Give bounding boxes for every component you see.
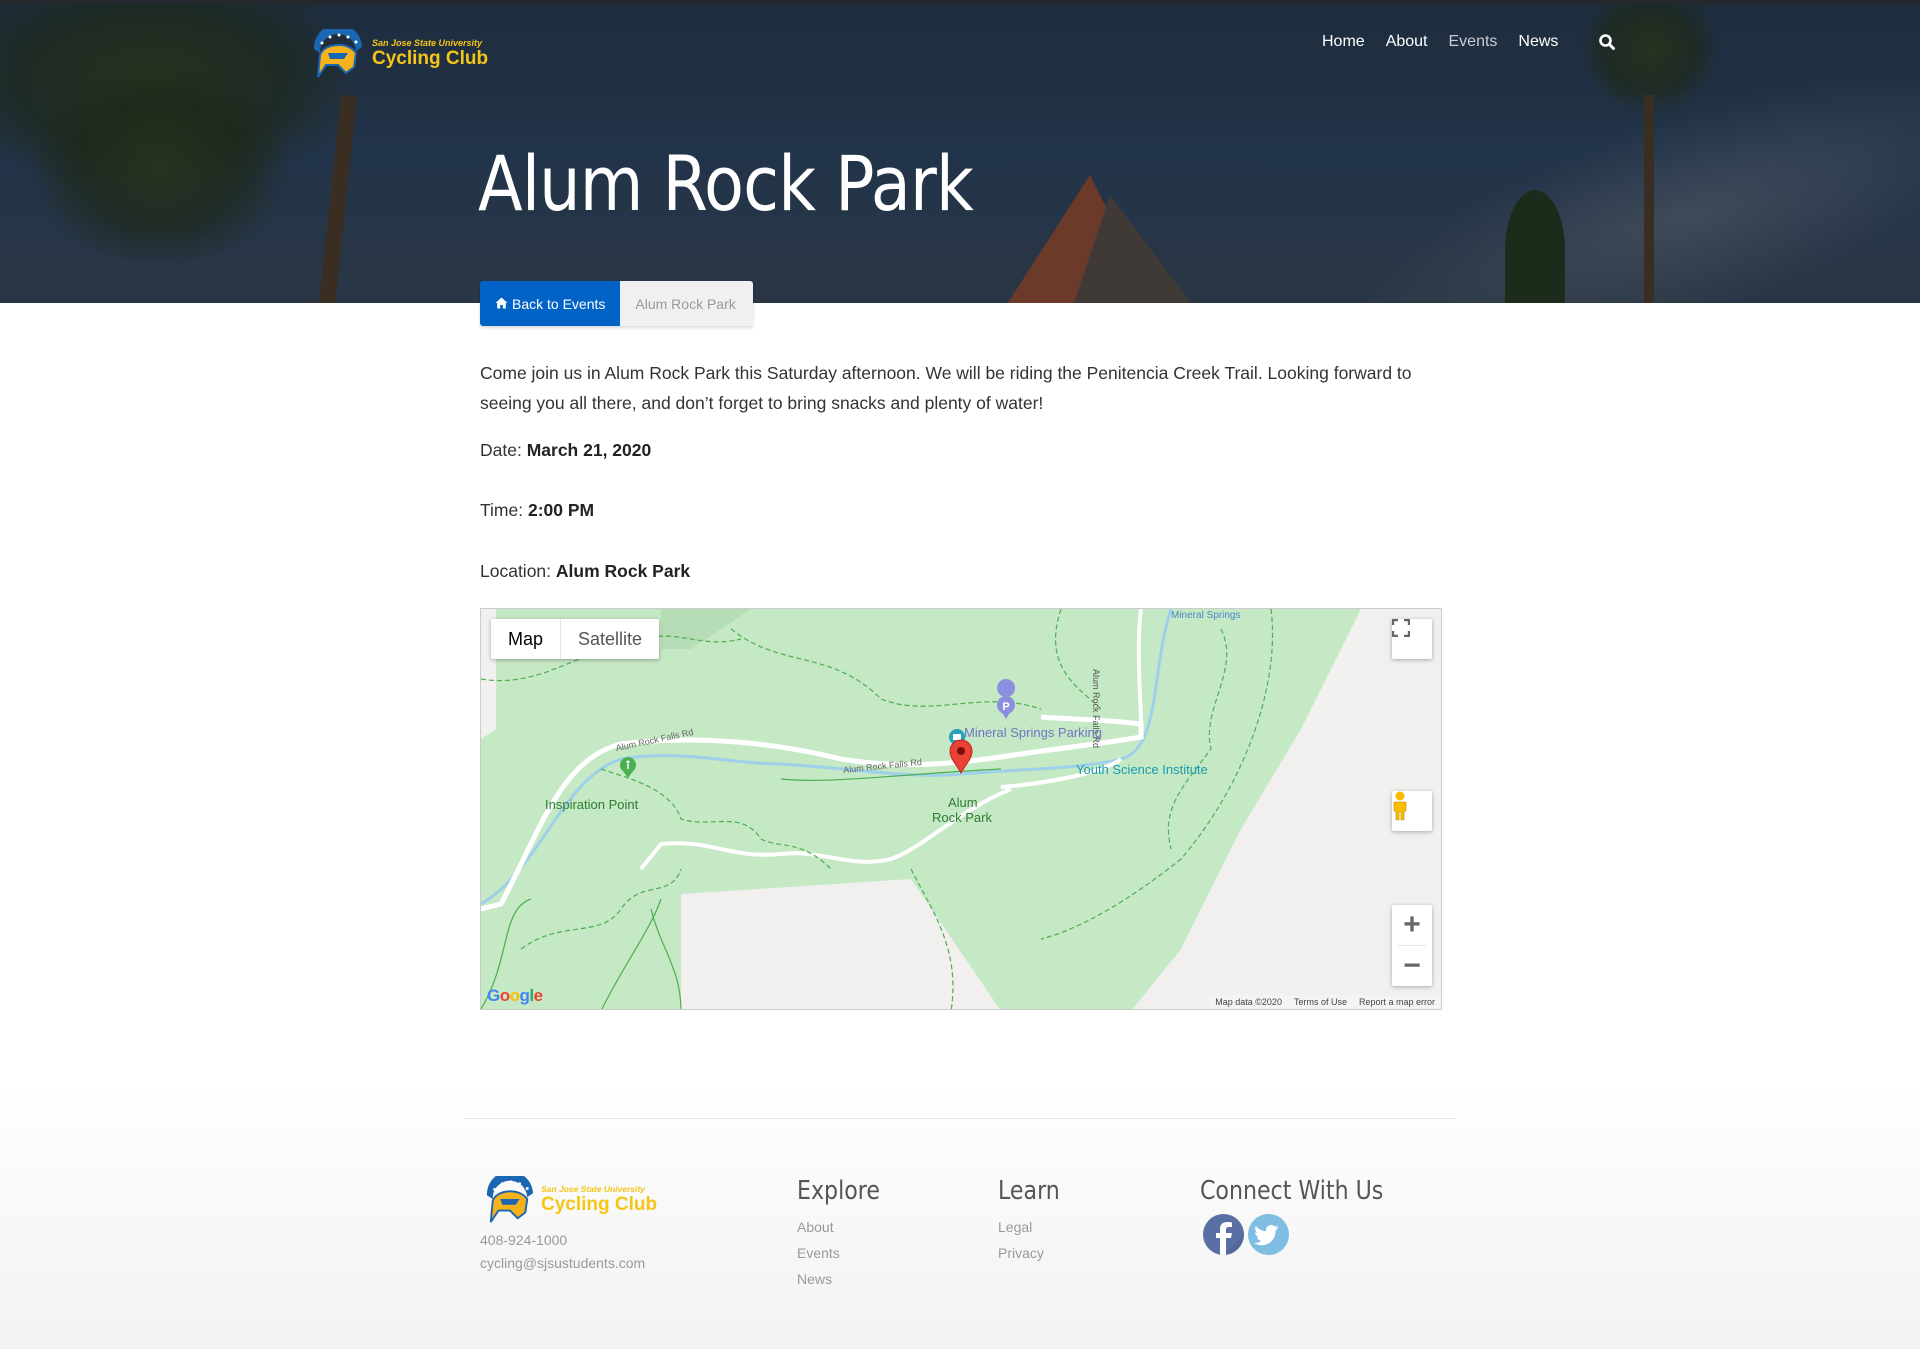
nav-events[interactable]: Events [1449,33,1498,51]
street-view-pegman[interactable] [1392,791,1432,831]
nav-home[interactable]: Home [1322,33,1365,51]
event-date: Date: March 21, 2020 [480,440,651,461]
pegman-icon [1393,791,1407,821]
site-logo[interactable]: San Jose State University Cycling Club [308,23,493,79]
location-pin [949,739,973,775]
back-to-events-label: Back to Events [512,295,606,312]
hero-building [960,175,1220,303]
footer-logo-line2: Cycling Club [541,1194,658,1215]
search-icon[interactable] [1598,33,1616,51]
fullscreen-icon [1392,619,1410,637]
hero-banner: San Jose State University Cycling Club H… [0,5,1920,303]
youth-science-label[interactable]: Youth Science Institute [1076,762,1208,777]
footer-link-privacy[interactable]: Privacy [998,1240,1071,1266]
map-road-north [1136,609,1143,725]
map-attribution: Map data ©2020 Terms of Use Report a map… [1209,995,1441,1009]
site-footer: San Jose State University Cycling Club 4… [0,1080,1920,1349]
learn-heading: Learn [998,1176,1060,1206]
parking-label[interactable]: Mineral Springs Parking [964,725,1102,740]
date-label: Date: [480,440,522,460]
logo-line1: San Jose State University [372,38,483,48]
breadcrumb: Back to Events Alum Rock Park [480,281,754,326]
map-type-map-button[interactable]: Map [491,619,562,659]
zoom-in-button[interactable]: + [1392,905,1432,945]
map-area-park-dark [661,609,751,649]
footer-link-events[interactable]: Events [797,1240,895,1266]
zoom-out-button[interactable]: − [1392,946,1432,986]
main-nav: Home About Events News [1322,33,1616,51]
footer-learn: Learn Legal Privacy [998,1176,1071,1266]
map-type-control: Map Satellite [491,619,660,659]
footer-email[interactable]: cycling@sjsustudents.com [480,1255,645,1271]
back-to-events-button[interactable]: Back to Events [480,281,621,326]
inspiration-point-marker [620,757,636,778]
page-title: Alum Rock Park [478,139,974,228]
map-road-main [481,714,1144,912]
footer-phone: 408-924-1000 [480,1232,568,1248]
google-logo[interactable]: Google [487,986,543,1006]
cypress-tree [1505,190,1565,303]
nav-about[interactable]: About [1386,33,1428,51]
zoom-control: + − [1392,905,1432,986]
time-value: 2:00 PM [527,500,595,520]
footer-logo-line1: San Jose State University [541,1184,645,1194]
home-icon [495,296,508,312]
map-road-south [639,757,1123,871]
svg-text:P: P [1002,701,1009,713]
footer-explore: Explore About Events News [797,1176,895,1292]
connect-heading: Connect With Us [1200,1176,1384,1206]
event-description: Come join us in Alum Rock Park this Satu… [480,363,1412,413]
logo-line2: Cycling Club [372,48,489,69]
event-content: Come join us in Alum Rock Park this Satu… [480,358,1445,581]
parking-marker: P [997,679,1016,719]
event-map[interactable]: P Alum Rock Falls Rd Alum Rock Falls Rd … [480,608,1442,1010]
event-time: Time: 2:00 PM [480,500,594,521]
footer-link-news[interactable]: News [797,1266,895,1292]
spartan-logo-icon [486,1176,533,1223]
footer-link-about[interactable]: About [797,1214,895,1240]
footer-link-legal[interactable]: Legal [998,1214,1071,1240]
park-label-line1: Alum [948,795,978,810]
facebook-icon[interactable] [1203,1214,1244,1255]
park-label-line2: Rock Park [932,810,992,825]
inspiration-point-label[interactable]: Inspiration Point [545,797,638,812]
map-type-satellite-button[interactable]: Satellite [561,619,659,659]
event-location: Location: Alum Rock Park [480,561,690,582]
location-label: Location: [480,561,552,581]
footer-divider [463,1118,1456,1119]
nav-news[interactable]: News [1518,33,1558,51]
report-map-error-link[interactable]: Report a map error [1353,995,1441,1009]
twitter-icon[interactable] [1248,1214,1289,1255]
mineral-springs-label: Mineral Springs [1171,610,1241,621]
fullscreen-button[interactable] [1392,619,1432,659]
time-label: Time: [480,500,524,520]
map-data-text: Map data ©2020 [1215,997,1282,1007]
breadcrumb-current: Alum Rock Park [620,281,754,326]
spartan-logo-icon [308,23,366,79]
explore-heading: Explore [797,1176,880,1206]
social-links [1203,1214,1416,1255]
footer-logo[interactable]: San Jose State University Cycling Club [481,1176,657,1224]
terms-of-use-link[interactable]: Terms of Use [1288,995,1353,1009]
date-value: March 21, 2020 [526,440,652,460]
footer-connect: Connect With Us [1200,1176,1416,1255]
location-value: Alum Rock Park [555,561,691,581]
